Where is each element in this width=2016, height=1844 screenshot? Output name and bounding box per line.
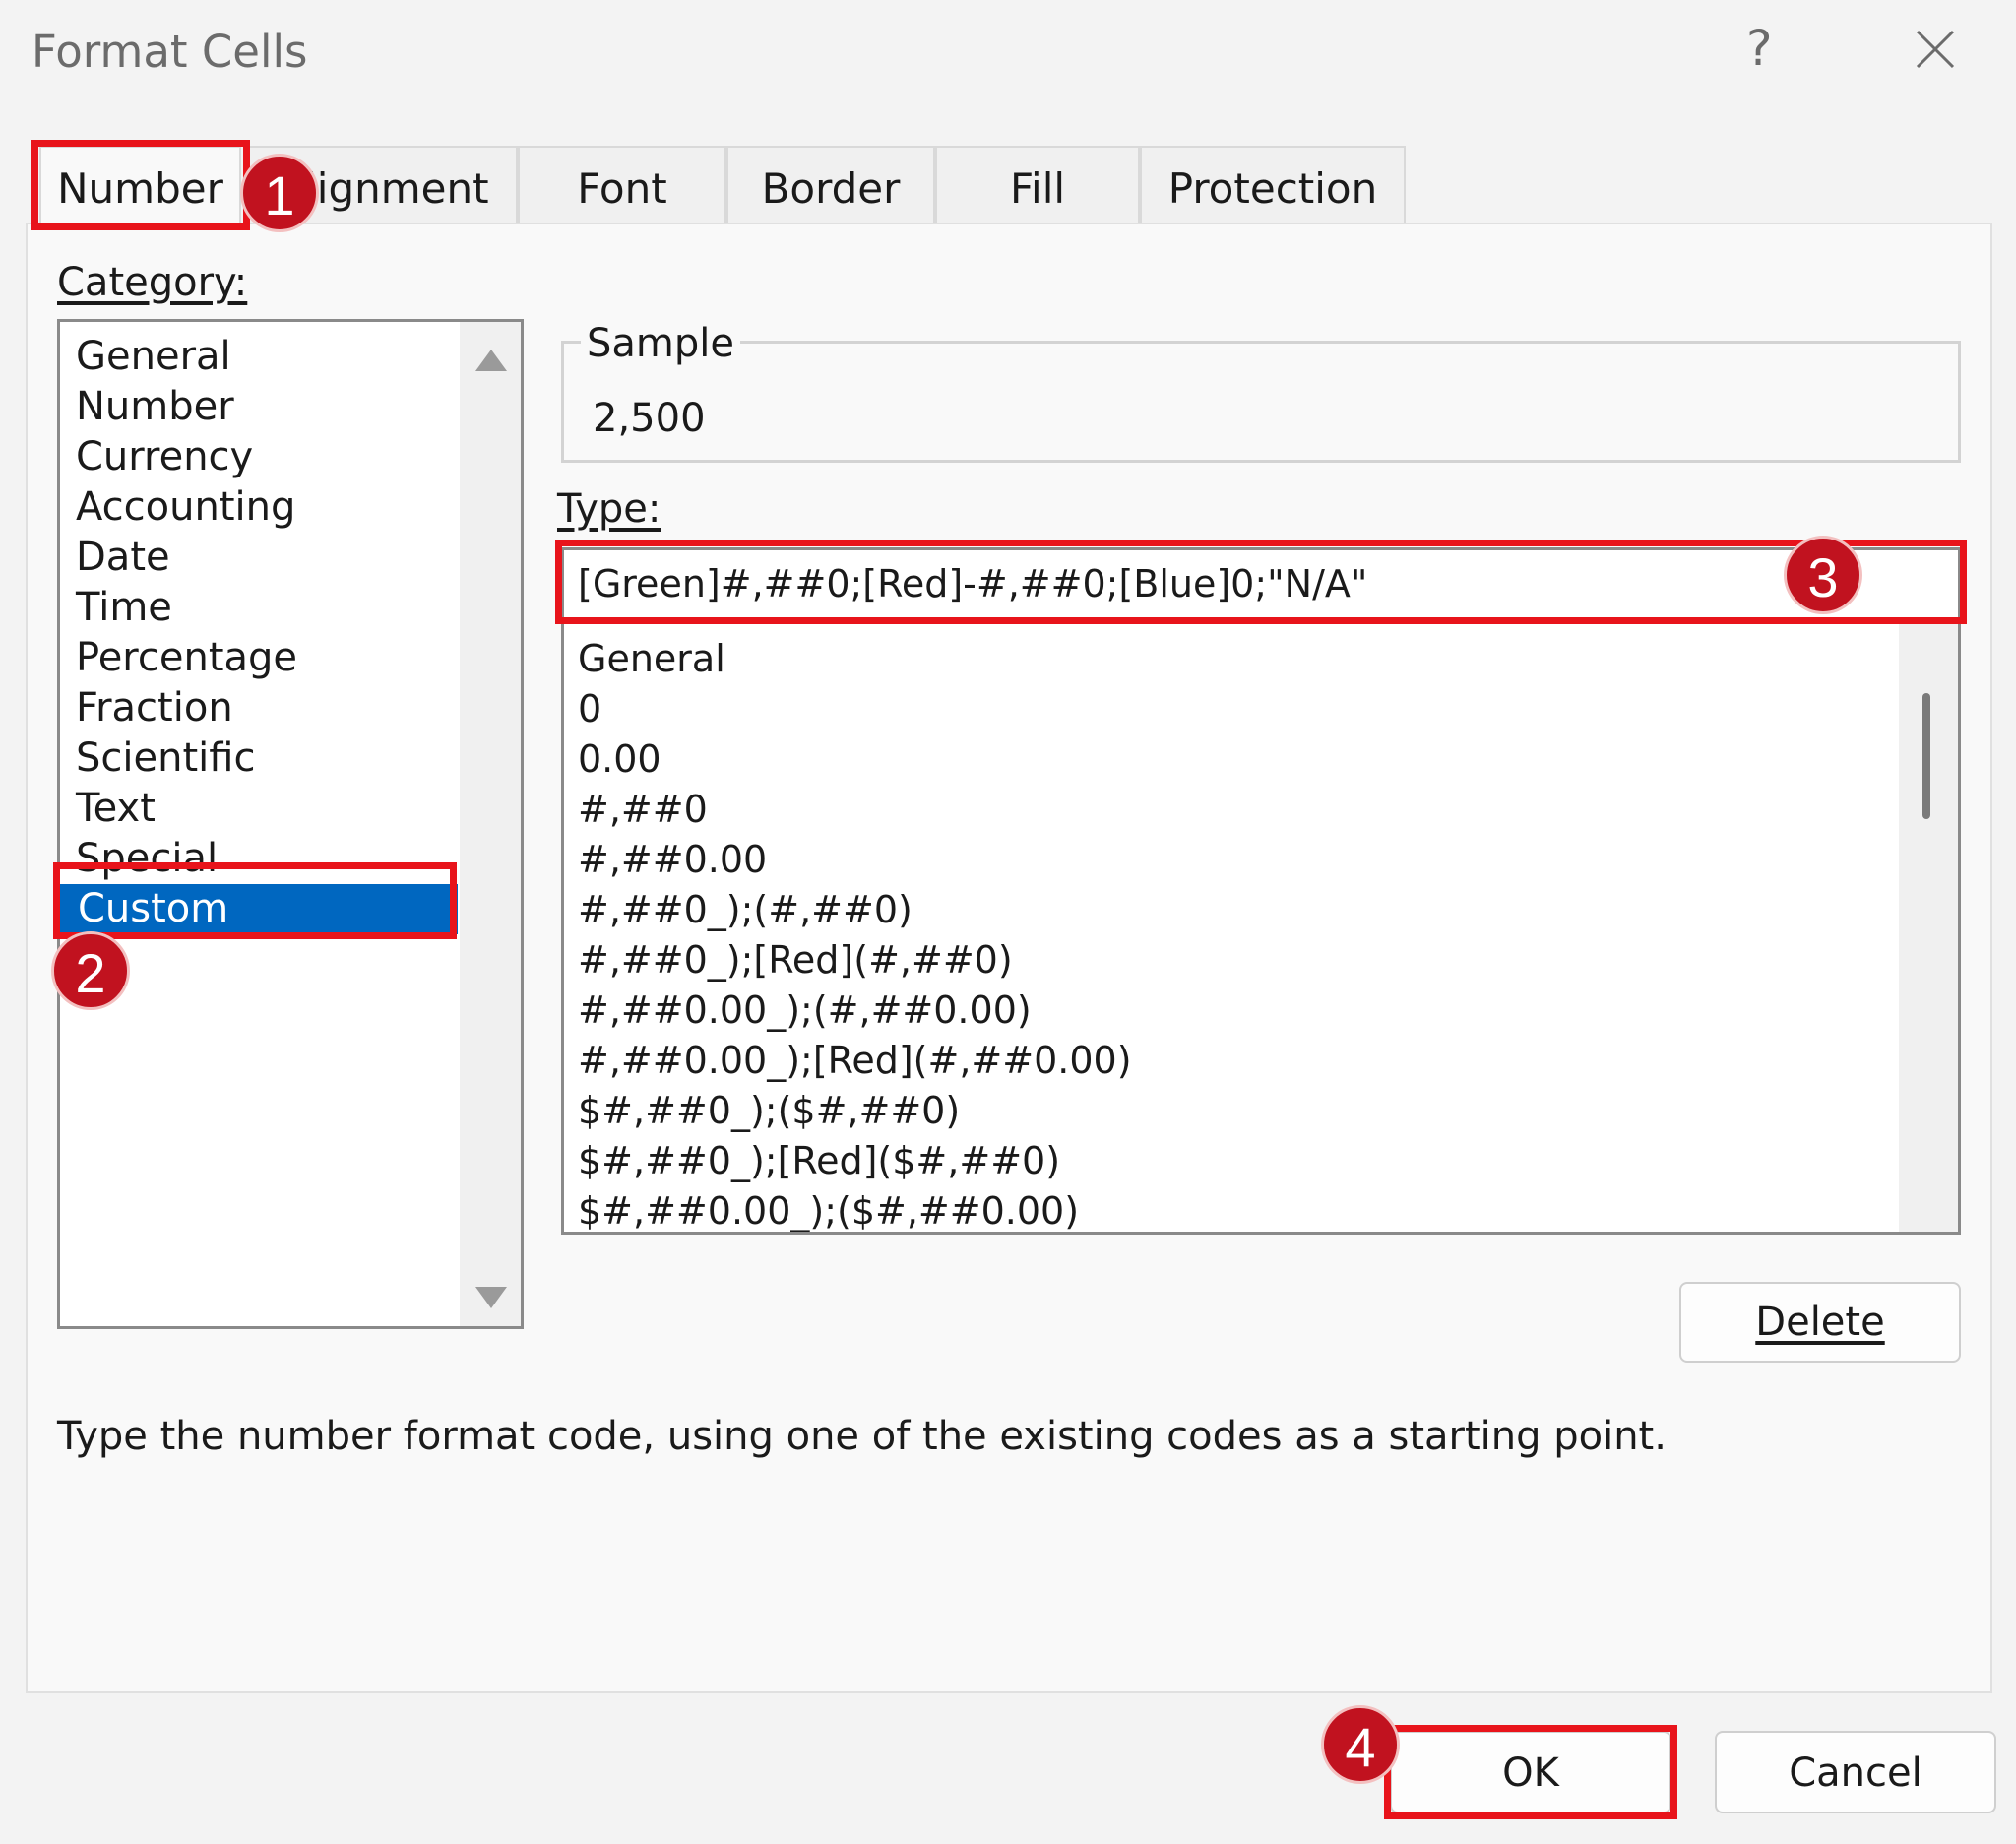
type-list-item[interactable]: $#,##0_);($#,##0) bbox=[578, 1086, 960, 1136]
step-badge-2: 2 bbox=[51, 931, 130, 1010]
type-label: Type: bbox=[557, 486, 662, 532]
category-item-time[interactable]: Time bbox=[76, 583, 172, 633]
tab-font[interactable]: Font bbox=[518, 146, 726, 223]
category-label: Category: bbox=[57, 260, 248, 305]
category-item-percentage[interactable]: Percentage bbox=[76, 633, 297, 683]
sample-group bbox=[561, 341, 1961, 463]
category-item-number[interactable]: Number bbox=[76, 382, 234, 432]
close-icon[interactable] bbox=[1910, 24, 1961, 75]
category-item-general[interactable]: General bbox=[76, 332, 231, 382]
step-badge-4: 4 bbox=[1321, 1705, 1400, 1784]
delete-button[interactable]: Delete bbox=[1679, 1282, 1961, 1363]
tab-protection[interactable]: Protection bbox=[1140, 146, 1406, 223]
type-list[interactable]: General 0 0.00 #,##0 #,##0.00 #,##0_);(#… bbox=[561, 624, 1961, 1235]
category-item-text[interactable]: Text bbox=[76, 784, 156, 834]
type-scroll-thumb[interactable] bbox=[1922, 693, 1930, 819]
category-item-special[interactable]: Special bbox=[76, 834, 218, 884]
type-list-item[interactable]: $#,##0_);[Red]($#,##0) bbox=[578, 1136, 1060, 1186]
type-list-item[interactable]: General bbox=[578, 634, 725, 684]
type-list-item[interactable]: #,##0.00_);(#,##0.00) bbox=[578, 986, 1032, 1036]
category-item-currency[interactable]: Currency bbox=[76, 432, 253, 482]
step-badge-1: 1 bbox=[240, 154, 319, 232]
scroll-down-icon[interactable] bbox=[475, 1287, 507, 1308]
category-item-accounting[interactable]: Accounting bbox=[76, 482, 295, 533]
description-text: Type the number format code, using one o… bbox=[57, 1414, 1667, 1459]
dialog-title: Format Cells bbox=[32, 26, 308, 78]
type-list-item[interactable]: #,##0_);[Red](#,##0) bbox=[578, 935, 1013, 986]
type-list-item[interactable]: #,##0.00_);[Red](#,##0.00) bbox=[578, 1036, 1132, 1086]
type-list-item[interactable]: 0.00 bbox=[578, 734, 662, 785]
category-item-scientific[interactable]: Scientific bbox=[76, 733, 255, 784]
scroll-up-icon[interactable] bbox=[475, 350, 507, 371]
category-list[interactable]: General Number Currency Accounting Date … bbox=[57, 319, 524, 1329]
type-list-item[interactable]: #,##0 bbox=[578, 785, 708, 835]
ok-button[interactable]: OK bbox=[1390, 1731, 1671, 1813]
sample-value: 2,500 bbox=[593, 396, 706, 441]
type-list-item[interactable]: 0 bbox=[578, 684, 601, 734]
category-item-fraction[interactable]: Fraction bbox=[76, 683, 233, 733]
type-list-item[interactable]: #,##0_);(#,##0) bbox=[578, 885, 913, 935]
cancel-button[interactable]: Cancel bbox=[1715, 1731, 1996, 1813]
type-input[interactable]: [Green]#,##0;[Red]-#,##0;[Blue]0;"N/A" bbox=[561, 547, 1961, 620]
sample-label: Sample bbox=[581, 321, 740, 366]
tab-fill[interactable]: Fill bbox=[935, 146, 1140, 223]
type-list-item[interactable]: #,##0.00 bbox=[578, 835, 767, 885]
category-item-custom[interactable]: Custom bbox=[60, 884, 458, 934]
category-scrollbar[interactable] bbox=[460, 322, 521, 1326]
tab-number[interactable]: Number bbox=[39, 146, 241, 230]
type-list-item[interactable]: $#,##0.00_);($#,##0.00) bbox=[578, 1186, 1079, 1232]
title-bar: Format Cells ? bbox=[0, 0, 2016, 108]
help-icon[interactable]: ? bbox=[1746, 20, 1773, 77]
tab-border[interactable]: Border bbox=[726, 146, 935, 223]
type-scrollbar[interactable] bbox=[1899, 624, 1958, 1232]
step-badge-3: 3 bbox=[1784, 536, 1862, 614]
category-item-date[interactable]: Date bbox=[76, 533, 170, 583]
